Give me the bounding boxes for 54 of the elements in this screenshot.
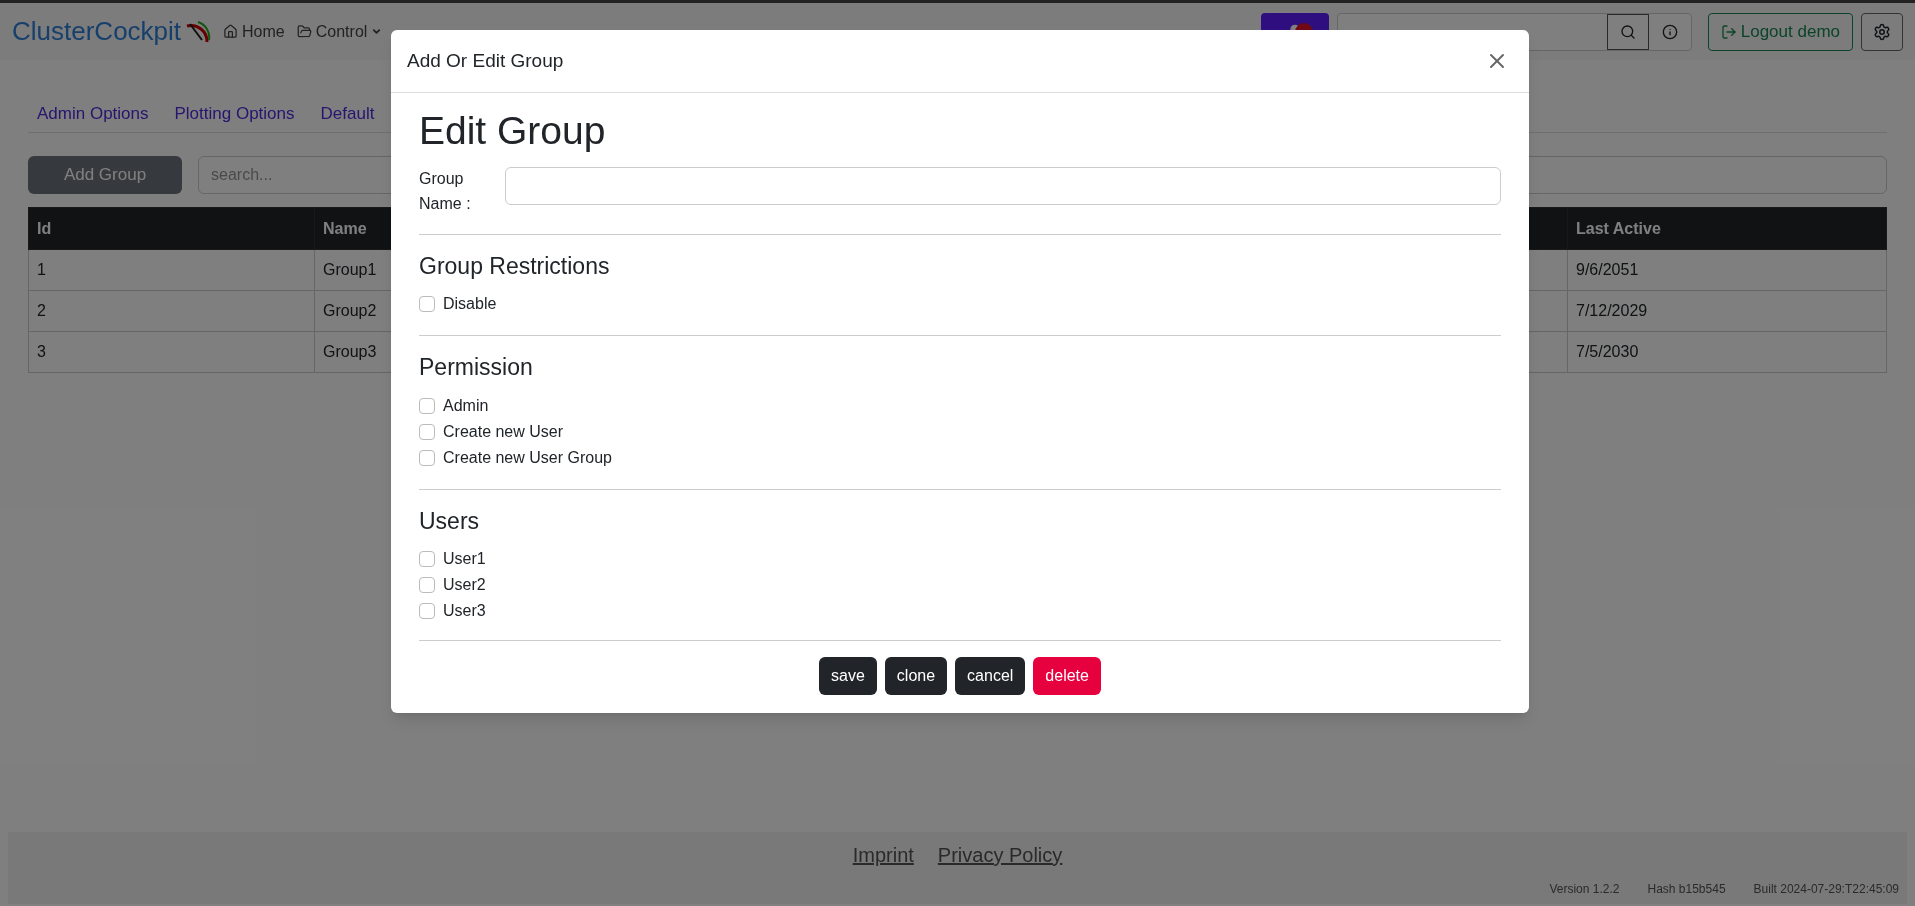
table-cell: 3 (28, 331, 315, 373)
tab[interactable]: Plotting Options (165, 95, 304, 133)
checkbox[interactable] (419, 577, 435, 594)
modal-title: Add Or Edit Group (407, 48, 564, 73)
tab[interactable]: Admin Options (28, 95, 158, 133)
add-group-button[interactable]: Add Group (28, 156, 182, 194)
nav-item[interactable]: Home (223, 19, 285, 44)
checkbox-row[interactable]: Create new User (419, 418, 1501, 445)
settings-icon (1873, 22, 1891, 41)
checkbox-row[interactable]: User3 (419, 598, 1501, 625)
table-cell: 2 (28, 290, 315, 332)
nav-item[interactable]: Control (296, 19, 383, 44)
home-icon (223, 24, 239, 39)
checkbox[interactable] (419, 296, 435, 313)
footer-link[interactable]: Imprint (852, 840, 914, 870)
caret-icon (371, 26, 383, 37)
checkbox-row[interactable]: Create new User Group (419, 444, 1501, 471)
checkbox[interactable] (419, 449, 435, 466)
table-cell: 9/6/2051 (1567, 249, 1887, 291)
logout-icon (1720, 23, 1737, 40)
settings-button[interactable] (1861, 12, 1903, 51)
column-header: Last Active (1567, 207, 1887, 250)
logout-button[interactable]: Logout demo (1707, 12, 1853, 51)
checkbox[interactable] (419, 603, 435, 620)
search-button[interactable] (1606, 13, 1649, 50)
folder-icon (296, 24, 312, 39)
checkbox-row[interactable]: Admin (419, 392, 1501, 419)
gauge-icon (185, 19, 212, 44)
checkbox[interactable] (419, 397, 435, 414)
section-heading: Users (419, 506, 481, 536)
build-info: Hash b15b545 (1647, 881, 1726, 898)
group-name-field[interactable] (505, 166, 1501, 205)
search-icon (1619, 23, 1636, 40)
column-header: Id (28, 207, 315, 250)
dialog-button[interactable]: clone (884, 657, 948, 696)
checkbox-row[interactable]: User1 (419, 546, 1501, 573)
info-icon (1661, 23, 1678, 40)
footer-link[interactable]: Privacy Policy (937, 840, 1063, 870)
dialog-button[interactable]: delete (1033, 657, 1101, 696)
checkbox-row[interactable]: User2 (419, 572, 1501, 599)
checkbox-row[interactable]: Disable (419, 291, 1501, 318)
form-heading: Edit Group (419, 108, 607, 154)
checkbox[interactable] (419, 551, 435, 568)
section-heading: Group Restrictions (419, 251, 611, 281)
brand-logo[interactable]: ClusterCockpit (12, 12, 212, 51)
table-cell: 1 (28, 249, 315, 291)
dialog-button[interactable]: cancel (955, 657, 1026, 696)
checkbox[interactable] (419, 423, 435, 440)
dialog-button[interactable]: save (819, 657, 877, 696)
build-info: Built 2024-07-29:T22:45:09 (1753, 881, 1899, 898)
table-cell: 7/12/2029 (1567, 290, 1887, 332)
build-info: Version 1.2.2 (1549, 881, 1620, 898)
tab[interactable]: Default (311, 95, 384, 133)
table-cell: 7/5/2030 (1567, 331, 1887, 373)
